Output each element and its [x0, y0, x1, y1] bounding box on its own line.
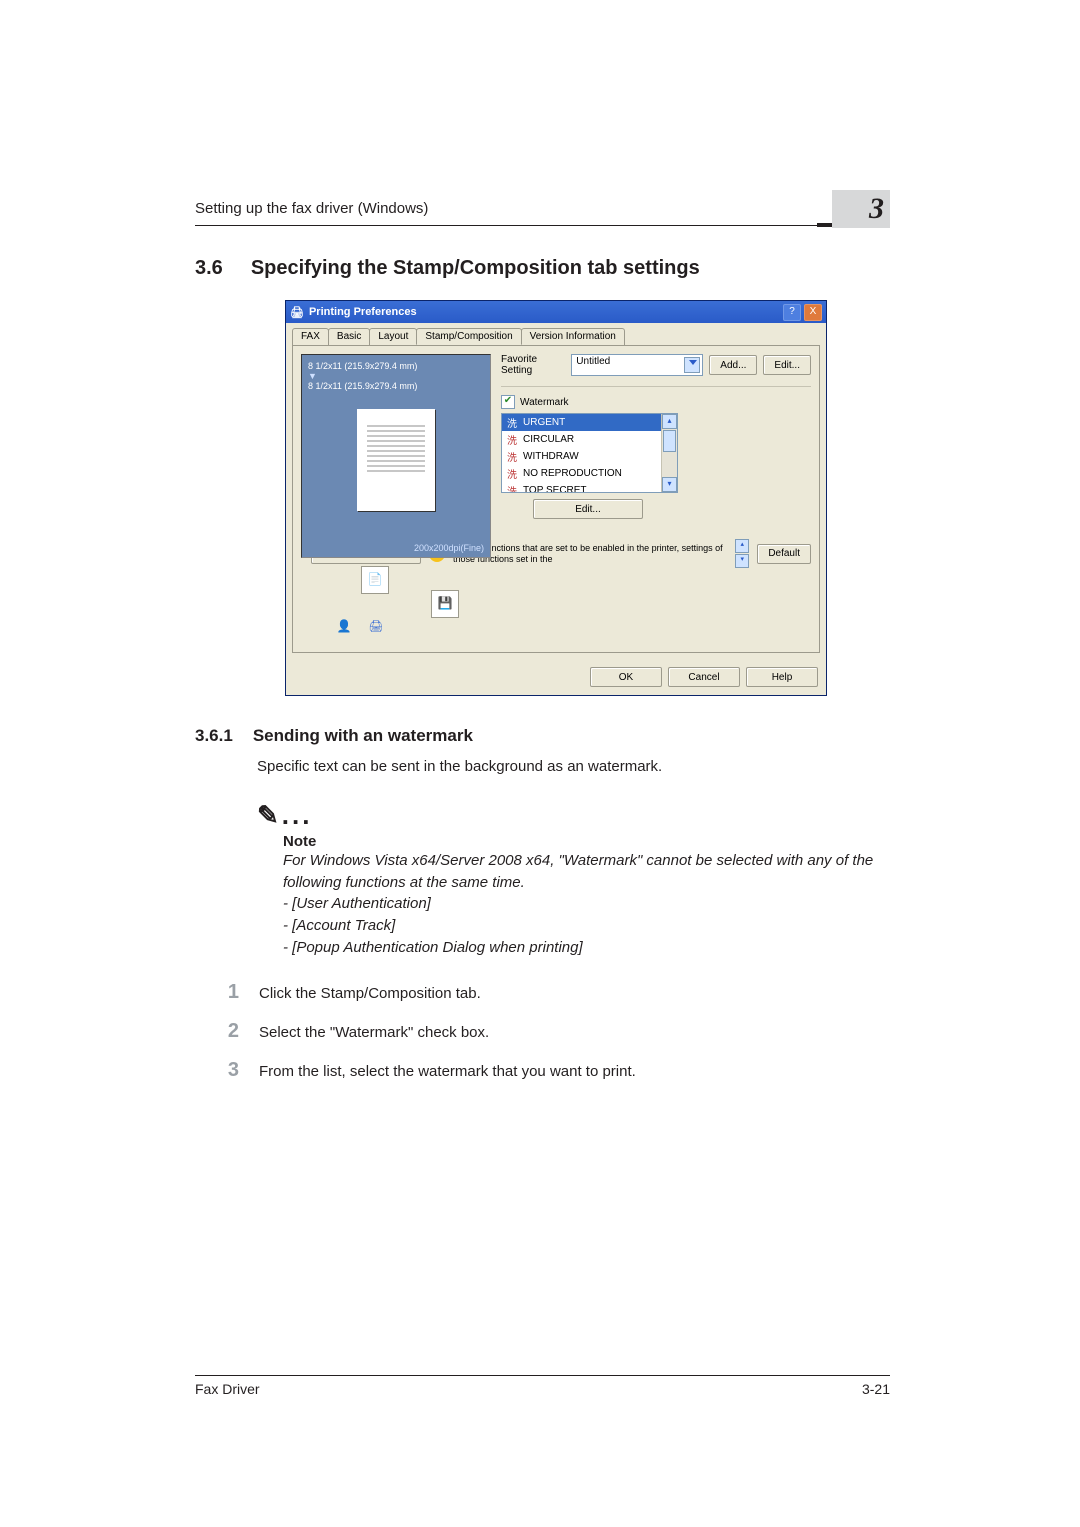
note-label: Note	[283, 833, 890, 850]
dialog-title: Printing Preferences	[309, 306, 417, 318]
section-heading: 3.6 Specifying the Stamp/Composition tab…	[195, 257, 890, 280]
preview-icon-2: 💾	[431, 590, 459, 618]
ok-button[interactable]: OK	[590, 667, 662, 687]
page-preview: 8 1/2x11 (215.9x279.4 mm) ▼ 8 1/2x11 (21…	[301, 354, 491, 558]
cancel-button[interactable]: Cancel	[668, 667, 740, 687]
preview-dim-source: 8 1/2x11 (215.9x279.4 mm)	[308, 361, 484, 371]
titlebar-help-button[interactable]: ?	[783, 304, 801, 321]
watermark-scrollbar[interactable]: ▴ ▾	[661, 414, 677, 492]
watermark-edit-button[interactable]: Edit...	[533, 499, 643, 519]
help-button[interactable]: Help	[746, 667, 818, 687]
preview-resolution: 200x200dpi(Fine)	[414, 543, 484, 553]
step-3: 3 From the list, select the watermark th…	[221, 1059, 890, 1082]
preview-dim-output: 8 1/2x11 (215.9x279.4 mm)	[308, 381, 484, 391]
favorite-setting-select[interactable]: Untitled	[571, 354, 703, 376]
tab-strip: FAX Basic Layout Stamp/Composition Versi…	[286, 323, 826, 345]
header-rule	[195, 223, 890, 227]
watermark-checkbox-label: Watermark	[520, 397, 569, 408]
tab-layout[interactable]: Layout	[369, 328, 417, 345]
preview-icon-row: 📄 💾 👤 🖨	[301, 566, 491, 626]
scroll-up-button[interactable]: ▴	[662, 414, 677, 429]
note-icon: ✎...	[257, 800, 890, 831]
tab-version-information[interactable]: Version Information	[521, 328, 625, 345]
watermark-checkbox[interactable]: ✔	[501, 395, 515, 409]
tab-stamp-composition[interactable]: Stamp/Composition	[416, 328, 521, 345]
subsection-heading: 3.6.1 Sending with an watermark	[195, 726, 890, 746]
note-line: For Windows Vista x64/Server 2008 x64, "…	[283, 850, 890, 894]
step-text: From the list, select the watermark that…	[259, 1063, 636, 1080]
footer-right: 3-21	[862, 1381, 890, 1397]
watermark-item-circular[interactable]: 洗 CIRCULAR	[502, 431, 677, 448]
watermark-icon: 洗	[506, 483, 518, 493]
step-number: 1	[221, 981, 239, 1004]
scroll-thumb[interactable]	[663, 430, 676, 452]
scroll-down-button[interactable]: ▾	[662, 477, 677, 492]
favorite-add-button[interactable]: Add...	[709, 355, 757, 375]
printing-preferences-dialog: 🖨 Printing Preferences ? X FAX Basic Lay…	[285, 300, 827, 696]
preview-sheet	[357, 409, 435, 511]
note-line: - [Account Track]	[283, 915, 890, 937]
running-head: Setting up the fax driver (Windows)	[195, 200, 890, 223]
subsection-title: Sending with an watermark	[253, 726, 473, 746]
titlebar-close-button[interactable]: X	[804, 304, 822, 321]
dialog-button-row: OK Cancel Help	[286, 659, 826, 695]
tab-panel: 8 1/2x11 (215.9x279.4 mm) ▼ 8 1/2x11 (21…	[292, 345, 820, 653]
hint-scroll-down[interactable]: ▾	[735, 554, 749, 568]
favorite-setting-value: Untitled	[576, 356, 610, 367]
hint-text: For the functions that are set to be ena…	[453, 543, 727, 565]
watermark-item-top-secret[interactable]: 洗 TOP SECRET	[502, 482, 677, 493]
chapter-badge: 3	[832, 190, 890, 228]
step-text: Select the "Watermark" check box.	[259, 1024, 489, 1041]
watermark-icon: 洗	[506, 415, 518, 430]
default-button[interactable]: Default	[757, 544, 811, 564]
step-number: 2	[221, 1020, 239, 1043]
subsection-number: 3.6.1	[195, 726, 233, 746]
hint-scroll-up[interactable]: ▴	[735, 539, 749, 553]
step-text: Click the Stamp/Composition tab.	[259, 985, 481, 1002]
watermark-icon: 洗	[506, 449, 518, 464]
watermark-item-withdraw[interactable]: 洗 WITHDRAW	[502, 448, 677, 465]
note-line: - [User Authentication]	[283, 893, 890, 915]
watermark-item-urgent[interactable]: 洗 URGENT	[502, 414, 677, 431]
titlebar[interactable]: 🖨 Printing Preferences ? X	[286, 301, 826, 323]
printer-icon: 🖨	[290, 306, 304, 319]
step-number: 3	[221, 1059, 239, 1082]
chapter-number: 3	[869, 192, 884, 225]
favorite-setting-label: Favorite Setting	[501, 354, 565, 376]
note-line: - [Popup Authentication Dialog when prin…	[283, 937, 890, 959]
watermark-list[interactable]: 洗 URGENT 洗 CIRCULAR 洗 WITHDRAW 洗	[501, 413, 678, 493]
step-2: 2 Select the "Watermark" check box.	[221, 1020, 890, 1043]
subsection-intro: Specific text can be sent in the backgro…	[257, 756, 890, 778]
page-footer: Fax Driver 3-21	[195, 1375, 890, 1397]
note-block: ✎... Note For Windows Vista x64/Server 2…	[257, 800, 890, 959]
preview-icon-1: 📄	[361, 566, 389, 594]
favorite-edit-button[interactable]: Edit...	[763, 355, 811, 375]
tab-basic[interactable]: Basic	[328, 328, 370, 345]
watermark-icon: 洗	[506, 432, 518, 447]
section-title: Specifying the Stamp/Composition tab set…	[251, 257, 700, 280]
chevron-down-icon	[689, 360, 697, 365]
user-icon: 👤	[331, 614, 357, 640]
footer-left: Fax Driver	[195, 1381, 260, 1397]
tab-fax[interactable]: FAX	[292, 328, 329, 345]
watermark-icon: 洗	[506, 466, 518, 481]
section-number: 3.6	[195, 257, 223, 280]
device-icon: 🖨	[363, 614, 389, 640]
step-1: 1 Click the Stamp/Composition tab.	[221, 981, 890, 1004]
steps-list: 1 Click the Stamp/Composition tab. 2 Sel…	[221, 981, 890, 1082]
watermark-item-no-reproduction[interactable]: 洗 NO REPRODUCTION	[502, 465, 677, 482]
